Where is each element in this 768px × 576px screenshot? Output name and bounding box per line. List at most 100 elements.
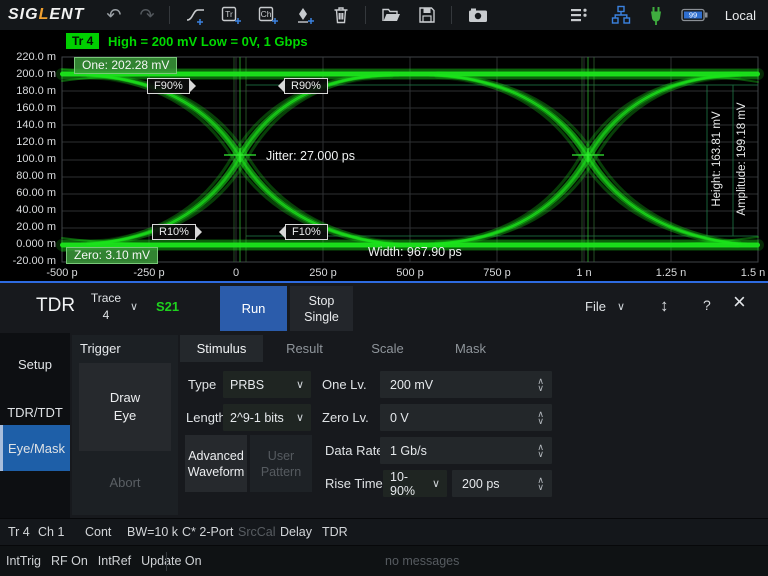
r10-marker-tag: R10% (152, 224, 196, 240)
status-bar: Tr 4 Ch 1 Cont BW=10 k C* 2-Port SrcCal … (0, 518, 768, 545)
parameter-label: S21 (156, 299, 179, 314)
x-tick: 250 p (293, 267, 353, 279)
screenshot-camera-icon[interactable] (467, 2, 489, 28)
top-toolbar: SIGLENT ↶ ↷ Tr Ch 99 Local (0, 0, 768, 30)
zero-level-field-label: Zero Lv. (322, 404, 369, 431)
draw-line1: Draw (110, 389, 140, 407)
help-icon[interactable]: ? (703, 297, 711, 313)
trigger-group: Trigger DrawEye Abort (72, 335, 178, 515)
usb-plug-icon[interactable] (647, 2, 665, 28)
trace-selector[interactable]: Trace 4 (84, 290, 128, 324)
footer-rf-state[interactable]: RF On (51, 546, 88, 576)
one-level-field-label: One Lv. (322, 371, 367, 398)
control-mode-label[interactable]: Local (725, 8, 756, 23)
status-trace[interactable]: Tr 4 (8, 519, 30, 546)
stimulus-tabs: Stimulus Result Scale Mask (180, 335, 512, 362)
add-tr-window-icon[interactable]: Tr (221, 2, 243, 28)
y-tick: -20.00 m (0, 255, 56, 267)
rise-time-input[interactable]: 200 ps ∧∨ (452, 470, 552, 497)
jitter-measurement: Jitter: 27.000 ps (266, 149, 355, 163)
message-area: no messages (385, 546, 459, 576)
chevron-down-icon: ∨ (617, 300, 625, 313)
file-menu[interactable]: File (585, 299, 606, 314)
sidebar-item-eye-mask[interactable]: Eye/Mask (0, 425, 70, 471)
f10-marker-tag: F10% (285, 224, 328, 240)
user-line1: User (261, 448, 301, 464)
r90-marker-tag: R90% (284, 78, 328, 94)
stepper-arrows-icon[interactable]: ∧∨ (537, 477, 544, 491)
tab-scale[interactable]: Scale (346, 335, 429, 362)
trace-selector-label: Trace (84, 290, 128, 307)
user-pattern-button[interactable]: UserPattern (250, 435, 312, 492)
data-rate-value: 1 Gb/s (390, 444, 427, 458)
status-bandwidth[interactable]: BW=10 k (127, 519, 178, 546)
open-file-folder-icon[interactable] (381, 2, 402, 28)
redo-icon[interactable]: ↷ (139, 2, 154, 28)
status-delay[interactable]: Delay (280, 519, 312, 546)
advanced-waveform-button[interactable]: AdvancedWaveform (185, 435, 247, 492)
save-floppy-icon[interactable] (417, 2, 437, 28)
svg-text:99: 99 (689, 11, 697, 20)
abort-button[interactable]: Abort (79, 463, 171, 501)
add-ch-channel-icon[interactable]: Ch (258, 2, 280, 28)
svg-text:Ch: Ch (260, 9, 271, 19)
stepper-arrows-icon[interactable]: ∧∨ (537, 378, 544, 392)
add-trace-waveform-icon[interactable] (185, 2, 206, 28)
advanced-line2: Waveform (188, 464, 245, 480)
toolbar-divider (169, 6, 170, 24)
x-tick: 1 n (554, 267, 614, 279)
stop-single-button[interactable]: StopSingle (290, 286, 353, 331)
tab-stimulus[interactable]: Stimulus (180, 335, 263, 362)
status-tdr[interactable]: TDR (322, 519, 348, 546)
panel-title: TDR (36, 295, 75, 317)
status-srccal[interactable]: SrcCal (238, 519, 276, 546)
y-tick: 40.00 m (0, 204, 56, 216)
length-label: Length (186, 404, 226, 431)
footer-update-state[interactable]: Update On (141, 546, 201, 576)
undo-icon[interactable]: ↶ (106, 2, 121, 28)
network-lan-icon[interactable] (611, 2, 631, 28)
f90-marker-tag: F90% (147, 78, 190, 94)
data-rate-input[interactable]: 1 Gb/s ∧∨ (380, 437, 552, 464)
stepper-arrows-icon[interactable]: ∧∨ (537, 411, 544, 425)
add-marker-icon[interactable] (295, 2, 316, 28)
x-tick: 1.5 n (723, 267, 768, 279)
data-rate-label: Data Rate (325, 437, 384, 464)
y-tick: 100.0 m (0, 153, 56, 165)
zero-level-input[interactable]: 0 V ∧∨ (380, 404, 552, 431)
status-channel[interactable]: Ch 1 (38, 519, 64, 546)
chevron-down-icon: ∨ (296, 378, 304, 391)
eye-header-info: High = 200 mV Low = 0V, 1 Gbps (108, 34, 308, 49)
advanced-line1: Advanced (188, 448, 245, 464)
battery-icon: 99 (681, 2, 709, 28)
length-dropdown[interactable]: 2^9-1 bits ∨ (223, 404, 311, 431)
run-button[interactable]: Run (220, 286, 287, 331)
panel-sidebar: Setup TDR/TDT Eye/Mask (0, 333, 70, 518)
trigger-title: Trigger (72, 335, 178, 356)
stop-line2: Single (304, 309, 339, 325)
stepper-arrows-icon[interactable]: ∧∨ (537, 444, 544, 458)
close-icon[interactable]: × (733, 289, 746, 315)
rise-time-ref-dropdown[interactable]: 10-90% ∨ (383, 470, 447, 497)
trace-badge[interactable]: Tr 4 (66, 33, 99, 49)
rise-time-ref-value: 10-90% (390, 470, 432, 498)
type-dropdown[interactable]: PRBS ∨ (223, 371, 311, 398)
one-level-input[interactable]: 200 mV ∧∨ (380, 371, 552, 398)
user-line2: Pattern (261, 464, 301, 480)
measure-list-icon[interactable] (569, 2, 589, 28)
y-tick: 220.0 m (0, 51, 56, 63)
delete-trash-icon[interactable] (331, 2, 351, 28)
sidebar-item-setup[interactable]: Setup (0, 341, 70, 387)
tab-result[interactable]: Result (263, 335, 346, 362)
status-sweep-mode[interactable]: Cont (85, 519, 111, 546)
status-cal[interactable]: C* 2-Port (182, 519, 233, 546)
one-level-value: 200 mV (390, 378, 433, 392)
footer-reference[interactable]: IntRef (98, 546, 131, 576)
one-level-label: One: 202.28 mV (74, 57, 177, 74)
resize-panel-icon[interactable]: ↕ (660, 296, 669, 316)
draw-eye-button[interactable]: DrawEye (79, 363, 171, 451)
toolbar-divider (365, 6, 366, 24)
footer-trigger-source[interactable]: IntTrig (6, 546, 41, 576)
tab-mask[interactable]: Mask (429, 335, 512, 362)
y-tick: 140.0 m (0, 119, 56, 131)
